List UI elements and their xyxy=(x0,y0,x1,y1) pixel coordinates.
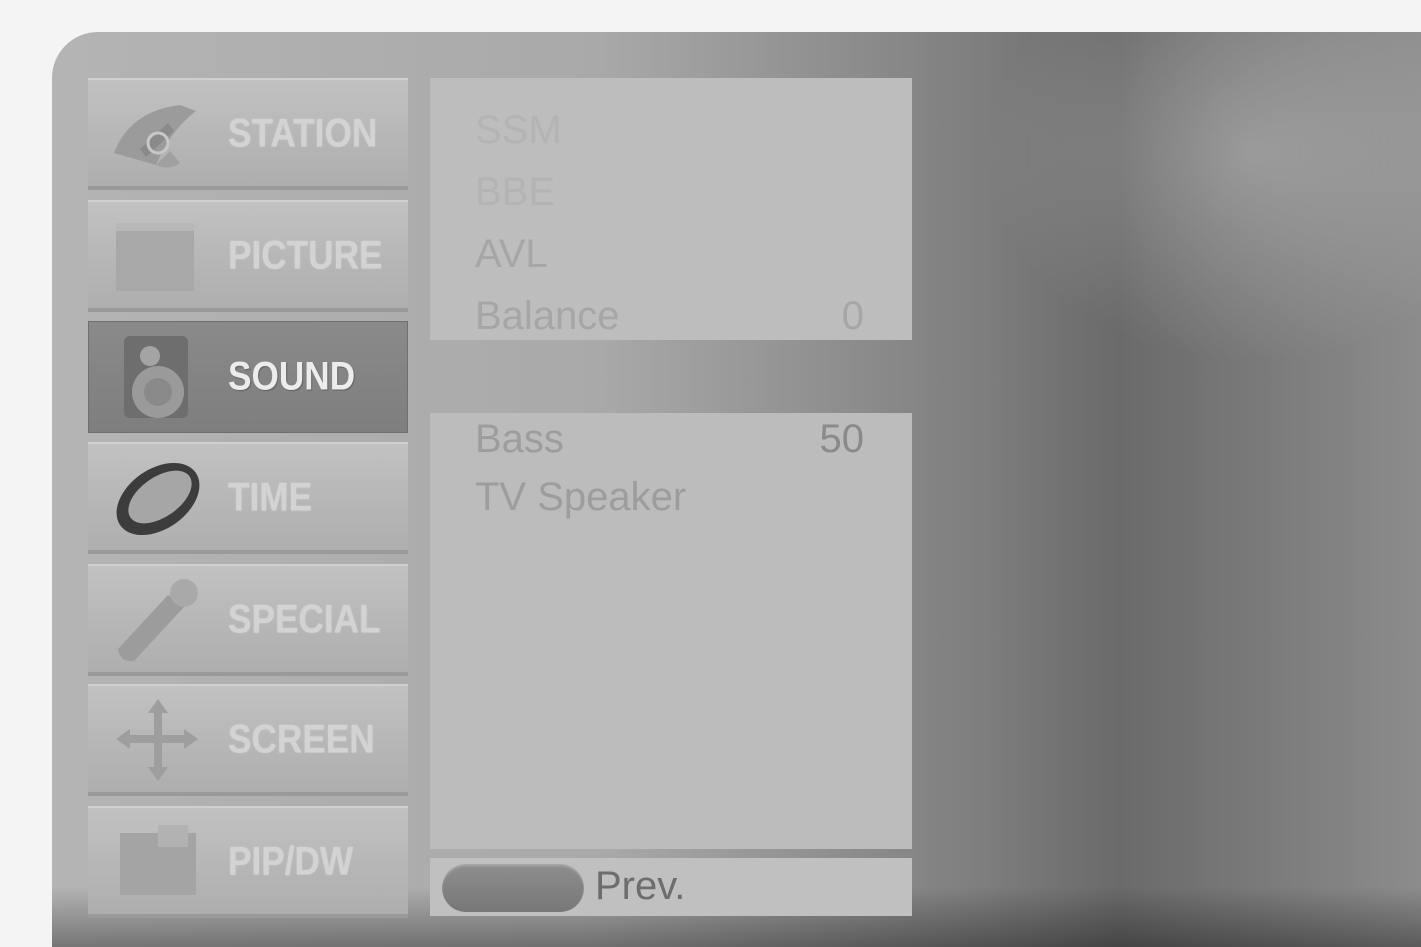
menu-item-sound[interactable]: SOUND xyxy=(88,321,408,433)
option-tv-speaker-label: TV Speaker xyxy=(475,475,687,519)
menu-label-pipdw: PIP/DW xyxy=(228,839,354,884)
option-ssm-label: SSM xyxy=(475,108,562,152)
option-avl-label: AVL xyxy=(475,232,548,276)
option-balance-value: 0 xyxy=(841,294,864,338)
option-bass[interactable]: Bass 50 xyxy=(475,417,864,473)
picture-square-icon xyxy=(110,213,206,299)
option-bass-label: Bass xyxy=(475,417,564,461)
menu-label-sound: SOUND xyxy=(228,354,356,399)
option-bbe[interactable]: BBE xyxy=(475,170,864,226)
sound-options-top-panel: SSM BBE AVL Balance 0 xyxy=(430,78,912,340)
clock-ring-icon xyxy=(110,455,206,541)
option-tv-speaker[interactable]: TV Speaker xyxy=(475,475,864,531)
menu-item-screen[interactable]: SCREEN xyxy=(88,684,408,796)
menu-item-time[interactable]: TIME xyxy=(88,442,408,554)
sound-options-main-panel: Bass 50 TV Speaker xyxy=(430,413,912,849)
menu-label-station: STATION xyxy=(228,111,378,156)
option-ssm[interactable]: SSM xyxy=(475,108,864,164)
menu-label-screen: SCREEN xyxy=(228,717,375,762)
option-avl[interactable]: AVL xyxy=(475,232,864,288)
wrench-icon xyxy=(110,577,206,663)
main-menu: STATION PICTURE SOUND TIME SPECIAL SCREE… xyxy=(88,78,408,918)
menu-label-time: TIME xyxy=(228,475,313,520)
option-balance-label: Balance xyxy=(475,294,620,338)
pill-button-icon[interactable] xyxy=(442,864,584,912)
menu-label-special: SPECIAL xyxy=(228,597,381,642)
prev-label: Prev. xyxy=(595,864,686,908)
satellite-dish-icon xyxy=(110,91,206,177)
pip-window-icon xyxy=(110,819,206,905)
menu-item-station[interactable]: STATION xyxy=(88,78,408,190)
footer-bar: Prev. xyxy=(430,858,912,916)
option-bass-value: 50 xyxy=(819,417,865,461)
speaker-icon xyxy=(110,334,206,420)
menu-item-picture[interactable]: PICTURE xyxy=(88,200,408,312)
menu-label-picture: PICTURE xyxy=(228,233,383,278)
move-arrows-icon xyxy=(110,697,206,783)
option-balance[interactable]: Balance 0 xyxy=(475,294,864,350)
menu-item-pipdw[interactable]: PIP/DW xyxy=(88,806,408,918)
menu-item-special[interactable]: SPECIAL xyxy=(88,564,408,676)
option-bbe-label: BBE xyxy=(475,170,556,214)
